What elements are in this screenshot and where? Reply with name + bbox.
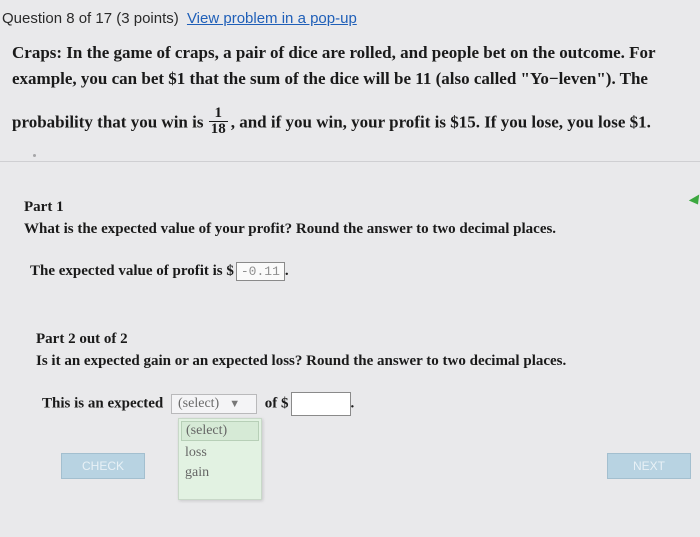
fraction-numerator: 1 <box>214 105 222 121</box>
probability-text: probability that you win is <box>12 112 204 132</box>
part1-title: Part 1 <box>24 199 64 215</box>
question-header: Question 8 of 17 (3 points) View problem… <box>2 10 357 27</box>
part1-answer-label: The expected value of profit is $ <box>30 262 234 279</box>
problem-probability-line: probability that you win is 1 18 , and i… <box>12 105 651 139</box>
gain-loss-select[interactable]: (select) ▼ <box>171 394 258 414</box>
part2-answer-input[interactable] <box>290 392 351 416</box>
option-gain[interactable]: gain <box>179 463 261 483</box>
part2-title: Part 2 out of 2 <box>36 331 128 347</box>
question-number: Question 8 of 17 (3 points) <box>2 10 179 27</box>
view-popup-link[interactable]: View problem in a pop-up <box>187 10 357 27</box>
part2-answer-label: This is an expected <box>42 395 164 412</box>
part1-answer-period: . <box>284 262 289 279</box>
part2-answer-line: This is an expected (select) ▼ of $. <box>42 392 354 416</box>
check-button[interactable]: CHECK <box>61 453 145 479</box>
part1-answer-line: The expected value of profit is $ -0.11. <box>30 262 289 281</box>
fraction-denominator: 18 <box>210 121 226 137</box>
chevron-down-icon: ▼ <box>229 398 241 410</box>
option-loss[interactable]: loss <box>179 443 261 463</box>
green-arrow-icon <box>688 194 700 208</box>
select-value: (select) <box>178 396 220 411</box>
profit-text: , and if you win, your profit is $15. If… <box>230 112 651 132</box>
part2-question: Is it an expected gain or an expected lo… <box>36 353 567 369</box>
select-dropdown-menu: (select) loss gain <box>178 418 262 500</box>
part2-answer-period: . <box>350 395 355 412</box>
part1-answer-input[interactable]: -0.11 <box>235 262 285 281</box>
part1-question: What is the expected value of your profi… <box>24 221 557 237</box>
option-select[interactable]: (select) <box>181 421 259 441</box>
problem-statement: Craps: In the game of craps, a pair of d… <box>12 43 656 88</box>
decorative-dot <box>33 154 36 157</box>
probability-fraction: 1 18 <box>208 105 228 137</box>
section-divider <box>0 161 700 162</box>
part2-of-label: of $ <box>264 395 289 412</box>
next-button[interactable]: NEXT <box>607 453 691 479</box>
